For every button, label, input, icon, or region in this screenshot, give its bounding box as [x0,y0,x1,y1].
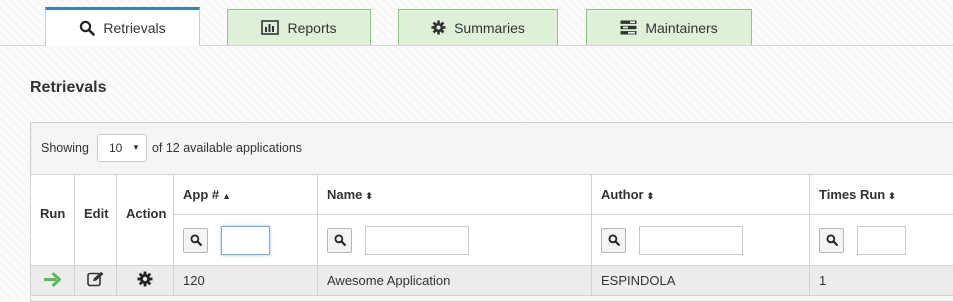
tab-label: Reports [287,20,336,36]
applications-table: Run Edit Action App #▲ Name⬍ Author⬍ Tim… [30,174,953,296]
column-label: App # [183,187,219,202]
author-cell: ESPINDOLA [592,266,810,296]
page-length-select[interactable]: 10 ▼ [97,134,147,162]
column-header-author[interactable]: Author⬍ [592,175,810,215]
column-label: Author [601,187,644,202]
column-header-name[interactable]: Name⬍ [318,175,592,215]
app-no-filter-input[interactable] [221,226,270,255]
page-title: Retrievals [30,79,107,97]
gear-icon[interactable] [137,271,153,287]
filter-cell-times-run [810,215,953,266]
tab-label: Summaries [454,20,525,36]
bar-chart-icon [261,20,279,35]
filter-cell-author [592,215,810,266]
tab-bar: Retrievals Reports Summaries Maintainers [0,0,953,46]
sort-icon: ⬍ [888,191,896,201]
table-row: 120 Awesome Application ESPINDOLA 1 [31,266,953,296]
column-header-app-no[interactable]: App #▲ [174,175,318,215]
column-header-action: Action [117,175,174,266]
tab-label: Retrievals [103,20,165,36]
search-button[interactable] [819,228,844,253]
length-menu-prefix: Showing [41,141,89,155]
search-button[interactable] [183,228,208,253]
tab-maintainers[interactable]: Maintainers [586,9,752,45]
author-filter-input[interactable] [639,226,743,255]
run-cell [31,266,75,296]
tasks-icon [620,20,637,35]
times-run-filter-input[interactable] [857,226,906,255]
search-icon [826,234,838,246]
run-arrow-icon[interactable] [44,272,61,287]
search-button[interactable] [327,228,352,253]
search-icon [334,234,346,246]
gear-icon [431,20,446,35]
applications-table-panel: Showing 10 ▼ of 12 available application… [30,122,953,302]
tab-retrievals[interactable]: Retrievals [45,7,200,46]
search-icon [190,234,202,246]
name-cell: Awesome Application [318,266,592,296]
filter-cell-name [318,215,592,266]
column-header-times-run[interactable]: Times Run⬍ [810,175,953,215]
name-filter-input[interactable] [365,226,469,255]
caret-down-icon: ▼ [132,143,140,152]
tab-label: Maintainers [645,20,717,36]
column-header-edit: Edit [75,175,117,266]
length-menu-suffix: of 12 available applications [152,141,302,155]
edit-cell [75,266,117,296]
edit-icon[interactable] [87,271,105,287]
length-menu: Showing 10 ▼ of 12 available application… [41,133,302,163]
app-no-cell: 120 [174,266,318,296]
search-icon [79,20,95,36]
tab-reports[interactable]: Reports [227,9,371,45]
sort-icon: ⬍ [365,191,373,201]
filter-cell-app-no [174,215,318,266]
column-label: Times Run [819,187,885,202]
search-button[interactable] [601,228,626,253]
column-header-run: Run [31,175,75,266]
search-icon [608,234,620,246]
sort-icon: ⬍ [647,191,655,201]
column-label: Name [327,187,362,202]
action-cell [117,266,174,296]
page-length-value: 10 [109,141,122,155]
times-run-cell: 1 [810,266,953,296]
sort-ascending-icon: ▲ [222,191,231,201]
tab-summaries[interactable]: Summaries [398,9,558,45]
